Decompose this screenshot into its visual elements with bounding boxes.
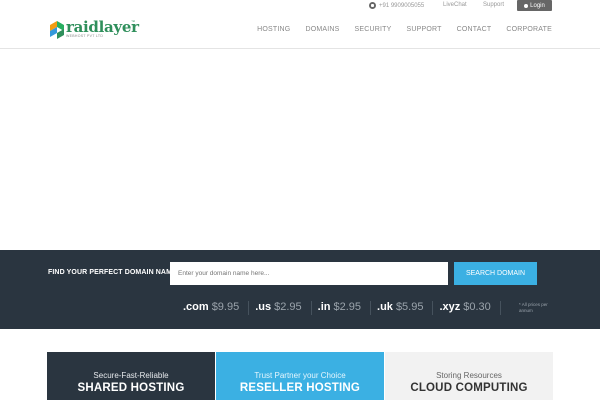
nav-item-security[interactable]: SECURITY xyxy=(355,26,392,33)
domain-search-input[interactable] xyxy=(170,262,448,285)
logo-subtitle: WEBHOST PVT LTD xyxy=(66,34,104,38)
tld-price: $5.95 xyxy=(395,301,424,313)
site-header: raidlayer ™ WEBHOST PVT LTD HOSTING DOMA… xyxy=(0,12,600,49)
tld-name: .xyz xyxy=(439,301,461,313)
tld-price-com: .com $9.95 xyxy=(183,301,250,315)
phone-contact[interactable]: +91 9909005055 xyxy=(369,2,424,9)
tld-price-in: .in $2.95 xyxy=(317,301,372,315)
price-footnote: * All prices per annum xyxy=(519,302,548,313)
tld-price: $2.95 xyxy=(333,301,362,313)
search-domain-button[interactable]: SEARCH DOMAIN xyxy=(454,262,537,285)
logo-mark-icon xyxy=(50,21,64,39)
tld-price: $0.30 xyxy=(463,301,491,313)
tld-price-us: .us $2.95 xyxy=(255,301,312,315)
logo-trademark: ™ xyxy=(131,19,135,24)
logo[interactable]: raidlayer ™ WEBHOST PVT LTD xyxy=(50,18,140,44)
hero-area xyxy=(0,50,600,250)
card-tagline: Secure-Fast-Reliable xyxy=(93,371,169,380)
support-link[interactable]: Support xyxy=(483,2,504,8)
tld-price-list: .com $9.95 .us $2.95 .in $2.95 .uk $5.95… xyxy=(183,301,507,315)
tld-price-xyz: .xyz $0.30 xyxy=(439,301,501,315)
nav-item-contact[interactable]: CONTACT xyxy=(457,26,492,33)
nav-item-support[interactable]: SUPPORT xyxy=(407,26,442,33)
nav-item-hosting[interactable]: HOSTING xyxy=(257,26,290,33)
shared-hosting-card[interactable]: Secure-Fast-Reliable SHARED HOSTING xyxy=(47,352,215,400)
main-nav: HOSTING DOMAINS SECURITY SUPPORT CONTACT… xyxy=(242,26,552,33)
tld-name: .in xyxy=(317,301,331,313)
tld-price: $2.95 xyxy=(274,301,302,313)
card-title: SHARED HOSTING xyxy=(77,382,185,394)
livechat-link[interactable]: LiveChat xyxy=(443,2,467,8)
nav-item-domains[interactable]: DOMAINS xyxy=(305,26,339,33)
reseller-hosting-card[interactable]: Trust Partner your Choice RESELLER HOSTI… xyxy=(216,352,384,400)
card-title: RESELLER HOSTING xyxy=(239,382,361,394)
tld-price: $9.95 xyxy=(211,301,240,313)
utility-bar: +91 9909005055 LiveChat Support Login xyxy=(0,0,600,12)
login-label: Login xyxy=(530,2,545,9)
card-tagline: Storing Resources xyxy=(436,371,502,380)
nav-item-corporate[interactable]: CORPORATE xyxy=(506,26,552,33)
domain-search-label: FIND YOUR PERFECT DOMAIN NAME: xyxy=(48,269,180,276)
user-icon xyxy=(524,3,529,8)
tld-name: .com xyxy=(183,301,209,313)
phone-icon xyxy=(369,2,376,9)
tld-price-uk: .uk $5.95 xyxy=(377,301,434,315)
tld-name: .uk xyxy=(377,301,393,313)
page: +91 9909005055 LiveChat Support Login ra… xyxy=(0,0,600,400)
domain-search-section: FIND YOUR PERFECT DOMAIN NAME: SEARCH DO… xyxy=(0,250,600,329)
cloud-computing-card[interactable]: Storing Resources CLOUD COMPUTING xyxy=(385,352,553,400)
phone-number: +91 9909005055 xyxy=(379,2,425,9)
card-tagline: Trust Partner your Choice xyxy=(254,371,346,380)
tld-name: .us xyxy=(255,301,272,313)
login-button[interactable]: Login xyxy=(517,0,552,11)
card-title: CLOUD COMPUTING xyxy=(410,382,528,394)
